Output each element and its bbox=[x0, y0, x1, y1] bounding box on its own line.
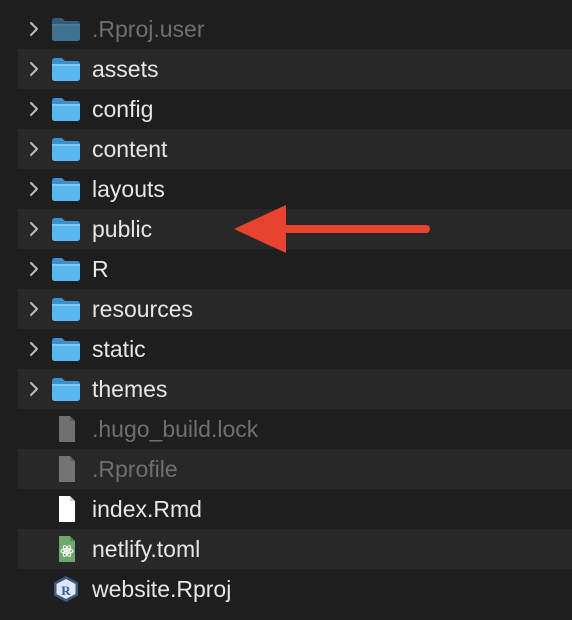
generic-file-icon bbox=[51, 456, 81, 482]
item-name: netlify.toml bbox=[92, 536, 201, 562]
item-name: index.Rmd bbox=[92, 496, 202, 522]
folder-row-themes[interactable]: themes bbox=[18, 369, 572, 409]
chevron-right-icon[interactable] bbox=[26, 261, 42, 277]
chevron-right-icon[interactable] bbox=[26, 221, 42, 237]
folder-row-resources[interactable]: resources bbox=[18, 289, 572, 329]
folder-icon bbox=[51, 296, 81, 322]
toml-file-icon bbox=[51, 536, 81, 562]
folder-icon bbox=[51, 336, 81, 362]
folder-row-content[interactable]: content bbox=[18, 129, 572, 169]
folder-icon bbox=[51, 256, 81, 282]
chevron-right-icon[interactable] bbox=[26, 301, 42, 317]
chevron-right-icon[interactable] bbox=[26, 141, 42, 157]
file-row-netlify-toml[interactable]: netlify.toml bbox=[18, 529, 572, 569]
item-name: assets bbox=[92, 56, 159, 82]
red-arrow-icon bbox=[234, 205, 430, 253]
file-row-rprofile[interactable]: .Rprofile bbox=[18, 449, 572, 489]
chevron-right-icon[interactable] bbox=[26, 381, 42, 397]
item-name: R bbox=[92, 256, 109, 282]
item-name: resources bbox=[92, 296, 193, 322]
folder-icon bbox=[51, 176, 81, 202]
item-name: config bbox=[92, 96, 154, 122]
folder-icon bbox=[51, 56, 81, 82]
folder-row-assets[interactable]: assets bbox=[18, 49, 572, 89]
item-name: layouts bbox=[92, 176, 165, 202]
item-name: content bbox=[92, 136, 168, 162]
item-name: .hugo_build.lock bbox=[92, 416, 259, 442]
chevron-right-icon[interactable] bbox=[26, 341, 42, 357]
folder-icon bbox=[51, 136, 81, 162]
chevron-right-icon[interactable] bbox=[26, 21, 42, 37]
file-row-hugo-build-lock[interactable]: .hugo_build.lock bbox=[18, 409, 572, 449]
item-name: themes bbox=[92, 376, 168, 402]
finder-file-list: .Rproj.user assets config content layouts pub… bbox=[0, 0, 572, 620]
folder-row-rproj-user[interactable]: .Rproj.user bbox=[18, 9, 572, 49]
generic-file-icon bbox=[51, 416, 81, 442]
item-name: .Rproj.user bbox=[92, 16, 205, 42]
file-row-website-rproj[interactable]: Rwebsite.Rproj bbox=[18, 569, 572, 609]
svg-text:R: R bbox=[61, 583, 71, 598]
folder-icon bbox=[51, 216, 81, 242]
document-file-icon bbox=[51, 496, 81, 522]
folder-row-static[interactable]: static bbox=[18, 329, 572, 369]
item-name: static bbox=[92, 336, 146, 362]
folder-icon bbox=[51, 16, 81, 42]
chevron-right-icon[interactable] bbox=[26, 101, 42, 117]
folder-icon bbox=[51, 96, 81, 122]
folder-row-config[interactable]: config bbox=[18, 89, 572, 129]
chevron-right-icon[interactable] bbox=[26, 61, 42, 77]
item-name: website.Rproj bbox=[92, 576, 232, 602]
chevron-right-icon[interactable] bbox=[26, 181, 42, 197]
folder-icon bbox=[51, 376, 81, 402]
rproj-file-icon: R bbox=[51, 576, 81, 602]
file-row-index-rmd[interactable]: index.Rmd bbox=[18, 489, 572, 529]
item-name: .Rprofile bbox=[92, 456, 178, 482]
folder-row-r[interactable]: R bbox=[18, 249, 572, 289]
item-name: public bbox=[92, 216, 153, 242]
